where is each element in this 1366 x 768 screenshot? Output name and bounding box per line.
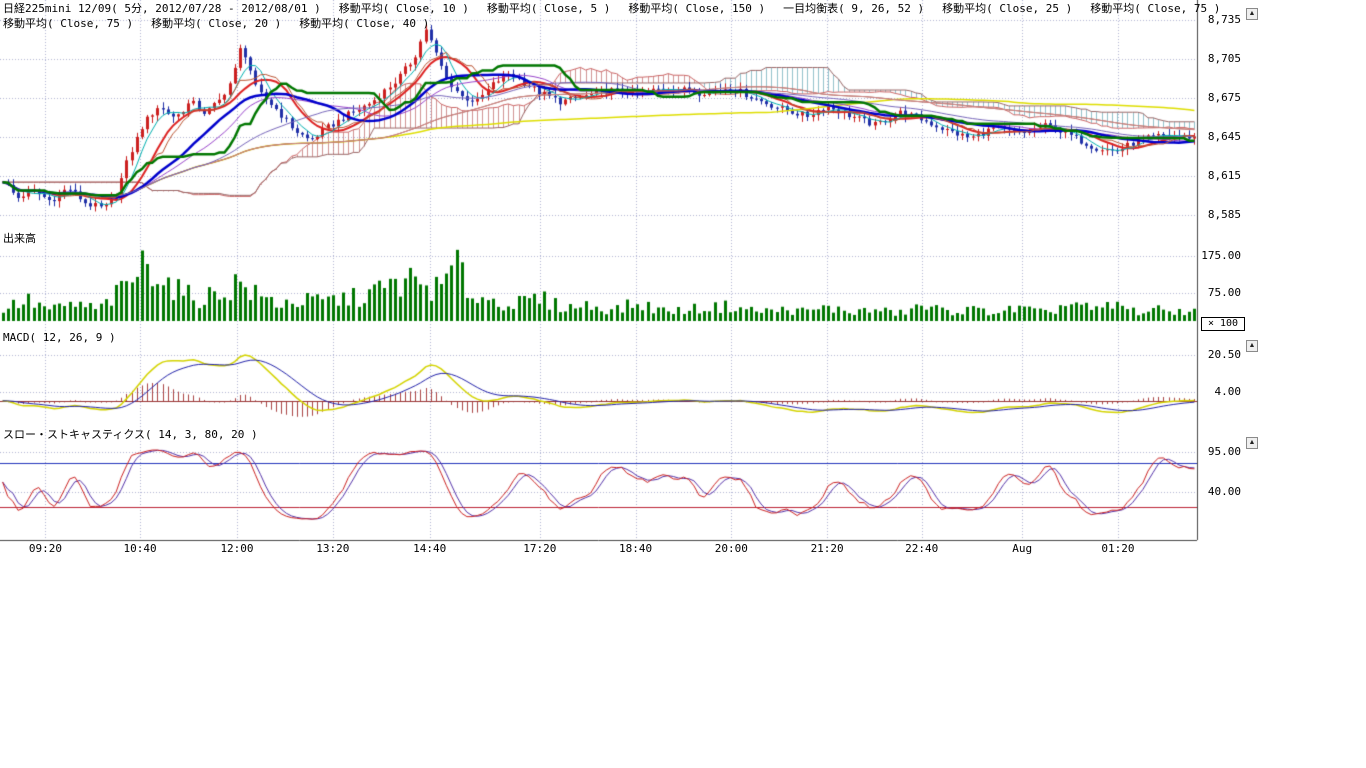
legend-row: 移動平均( Close, 75 ) 移動平均( Close, 20 ) 移動平均( … bbox=[3, 17, 429, 30]
legend-item[interactable]: 移動平均( Close, 20 ) bbox=[151, 17, 281, 30]
macd-scale-up-arrow-icon[interactable]: ▲ bbox=[1246, 340, 1258, 352]
volume-panel-label: 出来高 bbox=[3, 233, 36, 245]
time-axis-label: 09:20 bbox=[23, 542, 67, 555]
macd-axis-label: 4.00 bbox=[1199, 386, 1241, 398]
time-axis-label: 13:20 bbox=[311, 542, 355, 555]
price-axis-label: 8,615 bbox=[1199, 170, 1241, 182]
stoch-axis-label: 95.00 bbox=[1199, 446, 1241, 458]
time-axis-label: 12:00 bbox=[215, 542, 259, 555]
legend-item[interactable]: 一目均衡表( 9, 26, 52 ) bbox=[783, 2, 924, 15]
time-axis-label: 10:40 bbox=[118, 542, 162, 555]
price-axis-label: 8,705 bbox=[1199, 53, 1241, 65]
time-axis-label: 18:40 bbox=[614, 542, 658, 555]
volume-axis-label: 75.00 bbox=[1199, 287, 1241, 299]
volume-multiplier-badge: × 100 bbox=[1201, 317, 1245, 331]
stoch-axis-label: 40.00 bbox=[1199, 486, 1241, 498]
time-axis-label: 01:20 bbox=[1096, 542, 1140, 555]
macd-panel-label: MACD( 12, 26, 9 ) bbox=[3, 332, 116, 344]
volume-axis-label: 175.00 bbox=[1199, 250, 1241, 262]
legend-item[interactable]: 移動平均( Close, 150 ) bbox=[628, 2, 765, 15]
price-chart-canvas[interactable] bbox=[0, 0, 1366, 560]
price-scale-up-arrow-icon[interactable]: ▲ bbox=[1246, 8, 1258, 20]
trading-chart-window: 出来高 MACD( 12, 26, 9 ) スロー・ストキャスティクス( 14,… bbox=[0, 0, 1366, 768]
legend-item[interactable]: 移動平均( Close, 75 ) bbox=[3, 17, 133, 30]
time-axis-label: 14:40 bbox=[408, 542, 452, 555]
time-axis-label: 17:20 bbox=[518, 542, 562, 555]
stoch-scale-up-arrow-icon[interactable]: ▲ bbox=[1246, 437, 1258, 449]
time-axis-label: 20:00 bbox=[709, 542, 753, 555]
price-axis-label: 8,585 bbox=[1199, 209, 1241, 221]
macd-axis-label: 20.50 bbox=[1199, 349, 1241, 361]
time-axis-label: 21:20 bbox=[805, 542, 849, 555]
legend-item[interactable]: 移動平均( Close, 25 ) bbox=[942, 2, 1072, 15]
legend-row: 日経225mini 12/09( 5分, 2012/07/28 - 2012/0… bbox=[3, 2, 1220, 15]
price-axis-label: 8,735 bbox=[1199, 14, 1241, 26]
chart-title[interactable]: 日経225mini 12/09( 5分, 2012/07/28 - 2012/0… bbox=[3, 2, 321, 15]
price-axis-label: 8,675 bbox=[1199, 92, 1241, 104]
legend-item[interactable]: 移動平均( Close, 10 ) bbox=[339, 2, 469, 15]
stochastics-panel-label: スロー・ストキャスティクス( 14, 3, 80, 20 ) bbox=[3, 429, 258, 441]
legend-item[interactable]: 移動平均( Close, 40 ) bbox=[299, 17, 429, 30]
time-axis-label: Aug bbox=[1000, 542, 1044, 555]
time-axis-label: 22:40 bbox=[900, 542, 944, 555]
legend-item[interactable]: 移動平均( Close, 5 ) bbox=[487, 2, 610, 15]
price-axis-label: 8,645 bbox=[1199, 131, 1241, 143]
